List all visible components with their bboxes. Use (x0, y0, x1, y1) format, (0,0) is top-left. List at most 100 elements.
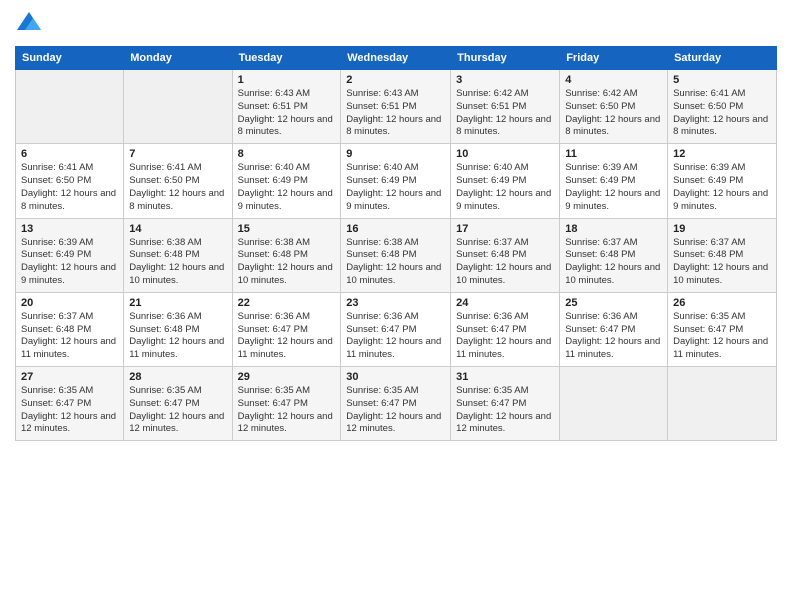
page: SundayMondayTuesdayWednesdayThursdayFrid… (0, 0, 792, 612)
day-number: 19 (673, 223, 771, 235)
weekday-header-wednesday: Wednesday (341, 47, 451, 70)
calendar-cell: 8 Sunrise: 6:40 AMSunset: 6:49 PMDaylight… (232, 144, 341, 218)
day-number: 29 (238, 371, 336, 383)
calendar-cell: 1Sunrise: 6:43 AMSunset: 6:51 PMDaylight… (232, 70, 341, 144)
cell-info: Sunrise: 6:42 AMSunset: 6:51 PMDaylight:… (456, 88, 554, 139)
calendar-cell (124, 70, 232, 144)
day-number: 8 (238, 148, 336, 160)
calendar-cell: 5Sunrise: 6:41 AMSunset: 6:50 PMDaylight… (668, 70, 777, 144)
day-number: 2 (346, 74, 445, 86)
day-number: 26 (673, 297, 771, 309)
cell-info: Sunrise: 6:43 AMSunset: 6:51 PMDaylight:… (346, 88, 445, 139)
day-number: 28 (129, 371, 226, 383)
calendar-cell (668, 367, 777, 441)
day-number: 11 (565, 148, 662, 160)
cell-info: Sunrise: 6:42 AMSunset: 6:50 PMDaylight:… (565, 88, 662, 139)
calendar-cell (560, 367, 668, 441)
calendar-cell: 23Sunrise: 6:36 AMSunset: 6:47 PMDayligh… (341, 292, 451, 366)
cell-info: Sunrise: 6:40 AMSunset: 6:49 PMDaylight:… (456, 162, 554, 213)
weekday-header-tuesday: Tuesday (232, 47, 341, 70)
calendar-cell: 25 Sunrise: 6:36 AMSunset: 6:47 PMDayligh… (560, 292, 668, 366)
cell-info: Sunrise: 6:36 AMSunset: 6:47 PMDaylight:… (238, 311, 336, 362)
calendar-cell: 19 Sunrise: 6:37 AMSunset: 6:48 PMDayligh… (668, 218, 777, 292)
cell-info: Sunrise: 6:36 AMSunset: 6:47 PMDaylight:… (565, 311, 662, 362)
calendar-cell: 6 Sunrise: 6:41 AMSunset: 6:50 PMDaylight… (16, 144, 124, 218)
cell-info: Sunrise: 6:36 AMSunset: 6:47 PMDaylight:… (456, 311, 554, 362)
cell-info: Sunrise: 6:38 AMSunset: 6:48 PMDaylight:… (238, 237, 336, 288)
calendar-cell: 31Sunrise: 6:35 AMSunset: 6:47 PMDayligh… (451, 367, 560, 441)
cell-info: Sunrise: 6:40 AMSunset: 6:49 PMDaylight:… (238, 162, 336, 213)
cell-info: Sunrise: 6:37 AMSunset: 6:48 PMDaylight:… (456, 237, 554, 288)
calendar-cell: 11 Sunrise: 6:39 AMSunset: 6:49 PMDayligh… (560, 144, 668, 218)
cell-info: Sunrise: 6:39 AMSunset: 6:49 PMDaylight:… (673, 162, 771, 213)
logo-icon (15, 10, 43, 38)
calendar-cell: 22Sunrise: 6:36 AMSunset: 6:47 PMDayligh… (232, 292, 341, 366)
calendar-cell: 2 Sunrise: 6:43 AMSunset: 6:51 PMDaylight… (341, 70, 451, 144)
day-number: 12 (673, 148, 771, 160)
cell-info: Sunrise: 6:39 AMSunset: 6:49 PMDaylight:… (565, 162, 662, 213)
day-number: 13 (21, 223, 118, 235)
cell-info: Sunrise: 6:37 AMSunset: 6:48 PMDaylight:… (673, 237, 771, 288)
weekday-header-saturday: Saturday (668, 47, 777, 70)
calendar-cell: 28 Sunrise: 6:35 AMSunset: 6:47 PMDayligh… (124, 367, 232, 441)
weekday-header-thursday: Thursday (451, 47, 560, 70)
week-row-4: 20Sunrise: 6:37 AMSunset: 6:48 PMDayligh… (16, 292, 777, 366)
day-number: 25 (565, 297, 662, 309)
calendar-cell: 29 Sunrise: 6:35 AMSunset: 6:47 PMDayligh… (232, 367, 341, 441)
cell-info: Sunrise: 6:35 AMSunset: 6:47 PMDaylight:… (346, 385, 445, 436)
weekday-header-sunday: Sunday (16, 47, 124, 70)
day-number: 17 (456, 223, 554, 235)
calendar-cell: 20Sunrise: 6:37 AMSunset: 6:48 PMDayligh… (16, 292, 124, 366)
cell-info: Sunrise: 6:37 AMSunset: 6:48 PMDaylight:… (565, 237, 662, 288)
cell-info: Sunrise: 6:35 AMSunset: 6:47 PMDaylight:… (238, 385, 336, 436)
day-number: 15 (238, 223, 336, 235)
weekday-header-row: SundayMondayTuesdayWednesdayThursdayFrid… (16, 47, 777, 70)
day-number: 20 (21, 297, 118, 309)
weekday-header-monday: Monday (124, 47, 232, 70)
week-row-5: 27 Sunrise: 6:35 AMSunset: 6:47 PMDayligh… (16, 367, 777, 441)
weekday-header-friday: Friday (560, 47, 668, 70)
cell-info: Sunrise: 6:39 AMSunset: 6:49 PMDaylight:… (21, 237, 118, 288)
calendar-cell: 12 Sunrise: 6:39 AMSunset: 6:49 PMDayligh… (668, 144, 777, 218)
day-number: 5 (673, 74, 771, 86)
calendar-cell: 26 Sunrise: 6:35 AMSunset: 6:47 PMDayligh… (668, 292, 777, 366)
calendar-cell: 14Sunrise: 6:38 AMSunset: 6:48 PMDayligh… (124, 218, 232, 292)
calendar-cell: 16 Sunrise: 6:38 AMSunset: 6:48 PMDayligh… (341, 218, 451, 292)
day-number: 21 (129, 297, 226, 309)
day-number: 6 (21, 148, 118, 160)
week-row-2: 6 Sunrise: 6:41 AMSunset: 6:50 PMDaylight… (16, 144, 777, 218)
cell-info: Sunrise: 6:35 AMSunset: 6:47 PMDaylight:… (21, 385, 118, 436)
header (15, 10, 777, 38)
calendar-cell: 3 Sunrise: 6:42 AMSunset: 6:51 PMDaylight… (451, 70, 560, 144)
day-number: 4 (565, 74, 662, 86)
day-number: 3 (456, 74, 554, 86)
cell-info: Sunrise: 6:36 AMSunset: 6:47 PMDaylight:… (346, 311, 445, 362)
cell-info: Sunrise: 6:38 AMSunset: 6:48 PMDaylight:… (129, 237, 226, 288)
day-number: 7 (129, 148, 226, 160)
calendar-cell: 10 Sunrise: 6:40 AMSunset: 6:49 PMDayligh… (451, 144, 560, 218)
cell-info: Sunrise: 6:35 AMSunset: 6:47 PMDaylight:… (673, 311, 771, 362)
calendar-cell: 15 Sunrise: 6:38 AMSunset: 6:48 PMDayligh… (232, 218, 341, 292)
calendar-cell (16, 70, 124, 144)
day-number: 10 (456, 148, 554, 160)
calendar-table: SundayMondayTuesdayWednesdayThursdayFrid… (15, 46, 777, 441)
calendar-cell: 7Sunrise: 6:41 AMSunset: 6:50 PMDaylight… (124, 144, 232, 218)
calendar-cell: 9 Sunrise: 6:40 AMSunset: 6:49 PMDaylight… (341, 144, 451, 218)
calendar-cell: 24Sunrise: 6:36 AMSunset: 6:47 PMDayligh… (451, 292, 560, 366)
calendar-cell: 4 Sunrise: 6:42 AMSunset: 6:50 PMDaylight… (560, 70, 668, 144)
calendar-cell: 17 Sunrise: 6:37 AMSunset: 6:48 PMDayligh… (451, 218, 560, 292)
calendar-cell: 21 Sunrise: 6:36 AMSunset: 6:48 PMDayligh… (124, 292, 232, 366)
cell-info: Sunrise: 6:36 AMSunset: 6:48 PMDaylight:… (129, 311, 226, 362)
cell-info: Sunrise: 6:43 AMSunset: 6:51 PMDaylight:… (238, 88, 336, 139)
cell-info: Sunrise: 6:41 AMSunset: 6:50 PMDaylight:… (21, 162, 118, 213)
calendar-cell: 13 Sunrise: 6:39 AMSunset: 6:49 PMDayligh… (16, 218, 124, 292)
day-number: 16 (346, 223, 445, 235)
cell-info: Sunrise: 6:35 AMSunset: 6:47 PMDaylight:… (129, 385, 226, 436)
day-number: 27 (21, 371, 118, 383)
calendar-cell: 18 Sunrise: 6:37 AMSunset: 6:48 PMDayligh… (560, 218, 668, 292)
cell-info: Sunrise: 6:38 AMSunset: 6:48 PMDaylight:… (346, 237, 445, 288)
day-number: 18 (565, 223, 662, 235)
cell-info: Sunrise: 6:40 AMSunset: 6:49 PMDaylight:… (346, 162, 445, 213)
week-row-3: 13 Sunrise: 6:39 AMSunset: 6:49 PMDayligh… (16, 218, 777, 292)
day-number: 9 (346, 148, 445, 160)
